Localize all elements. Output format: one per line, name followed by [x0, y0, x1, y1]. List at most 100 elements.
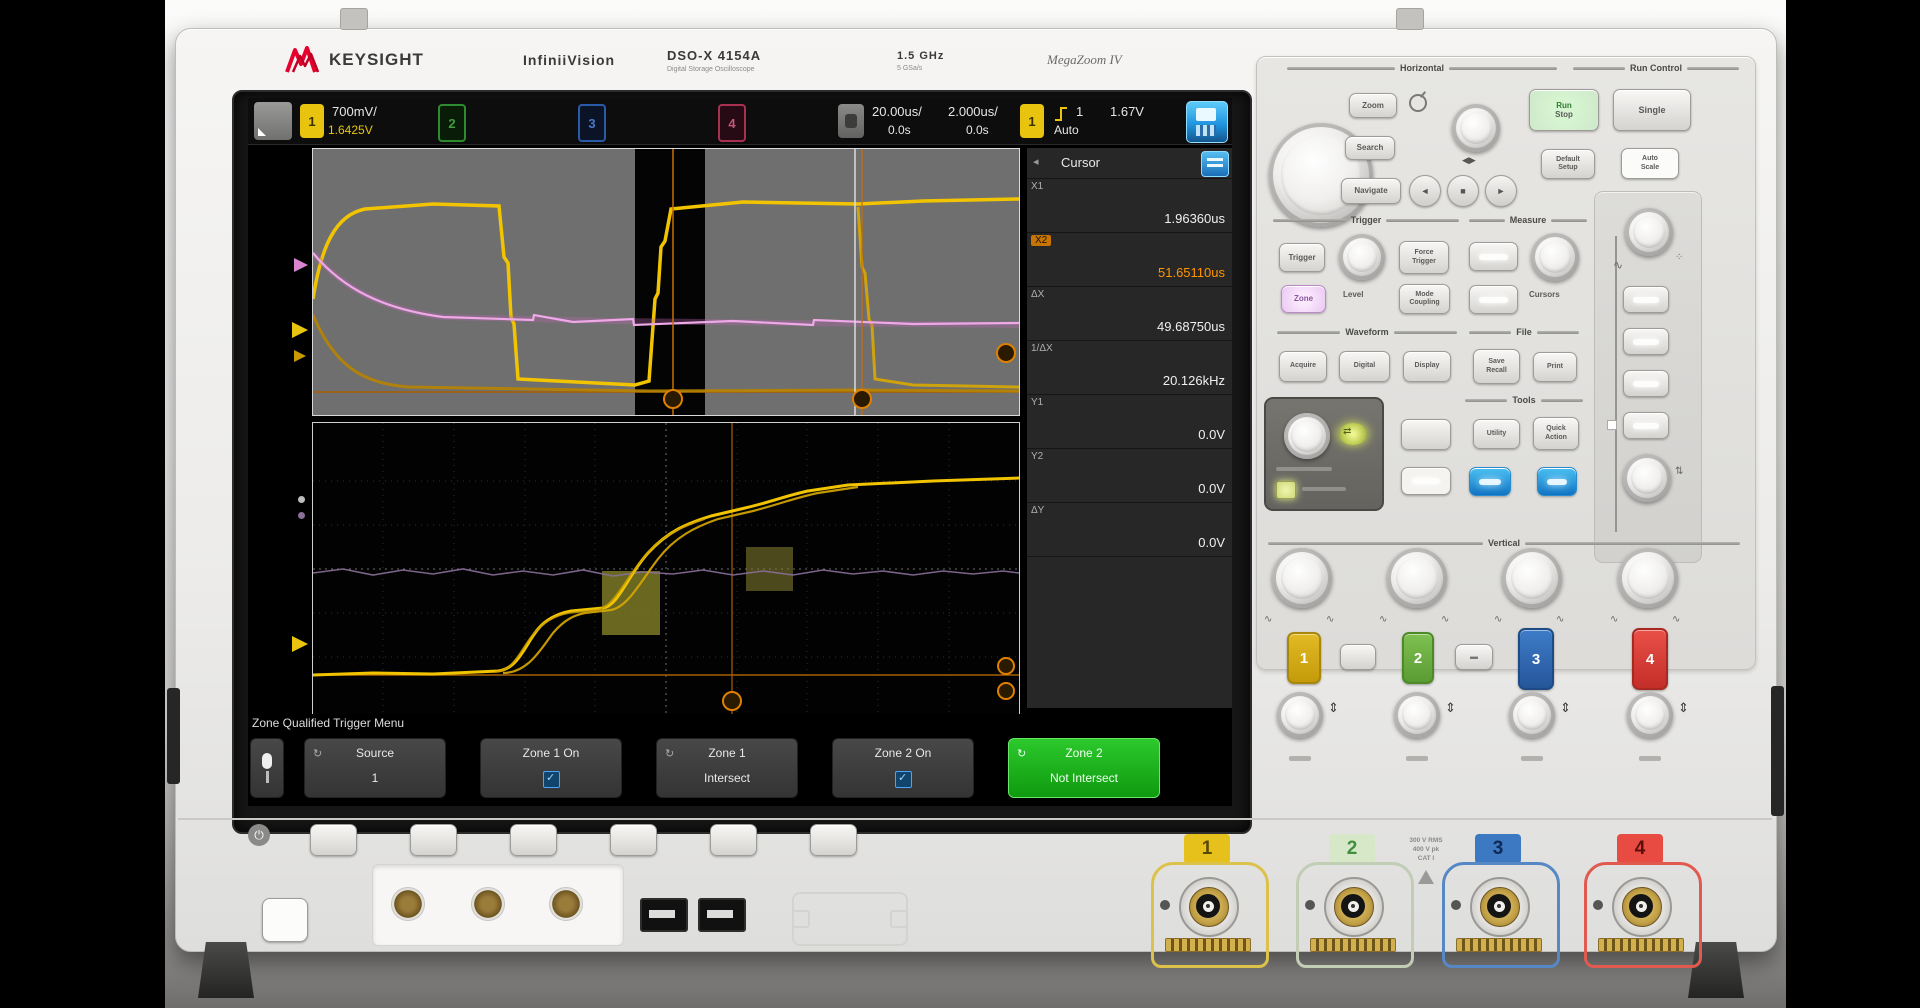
cursor-row-invdx[interactable]: 1/ΔX 20.126kHz [1027, 340, 1232, 395]
meas-button[interactable] [1469, 242, 1518, 271]
status-ch3-button[interactable]: 3 [578, 104, 606, 142]
status-ch2-button[interactable]: 2 [438, 104, 466, 142]
power-button[interactable] [262, 898, 308, 942]
default-setup-button[interactable]: Default Setup [1541, 149, 1595, 179]
force-trigger-button[interactable]: Force Trigger [1399, 241, 1449, 274]
search-button[interactable]: Search [1345, 136, 1395, 160]
bezel-softkey-2[interactable] [410, 824, 457, 856]
cursor-panel-collapse-icon[interactable]: ◂ [1033, 155, 1039, 168]
channel-3-button[interactable]: 3 [1518, 628, 1554, 690]
timebase-main[interactable]: 20.00us/ [872, 104, 922, 119]
ref-button[interactable]: ▬ [1455, 644, 1493, 670]
softkey-zone1-on[interactable]: Zone 1 On [480, 738, 622, 798]
zone1-on-checkbox[interactable] [543, 771, 560, 788]
trigger-level-knob[interactable] [1339, 234, 1385, 280]
unlabeled-panel-button-1[interactable] [1401, 419, 1451, 450]
intensity-knob[interactable] [1625, 208, 1673, 256]
usb-port-1[interactable] [640, 898, 688, 932]
ch1-scale[interactable]: 700mV/ [332, 104, 377, 119]
status-ch1-button[interactable]: 1 [300, 104, 324, 138]
usb-port-2[interactable] [698, 898, 746, 932]
probe-comp-terminal-1[interactable] [391, 887, 425, 921]
nav-playstop-button[interactable]: ■ [1447, 175, 1479, 207]
ch1-position-knob[interactable] [1277, 692, 1323, 738]
cursor-row-y1[interactable]: Y1 0.0V [1027, 394, 1232, 449]
auto-scale-button[interactable]: Auto Scale [1621, 148, 1679, 179]
bezel-softkey-4[interactable] [610, 824, 657, 856]
digital-button[interactable]: Digital [1339, 351, 1390, 382]
blue-lit-button-1[interactable] [1469, 467, 1511, 496]
cursor-row-dx[interactable]: ΔX 49.68750us [1027, 286, 1232, 341]
bnc-connector-1[interactable] [1179, 877, 1239, 937]
channel-2-button[interactable]: 2 [1402, 632, 1434, 684]
ch4-scale-knob[interactable] [1618, 548, 1678, 608]
quick-action-button[interactable]: Quick Action [1533, 417, 1579, 450]
horizontal-position-knob[interactable] [1452, 104, 1500, 152]
menu-icon[interactable] [254, 102, 292, 140]
cursor-panel-header[interactable]: ◂ Cursor [1027, 148, 1232, 179]
bezel-softkey-5[interactable] [710, 824, 757, 856]
timebase-zoom[interactable]: 2.000us/ [948, 104, 998, 119]
ch2-scale-knob[interactable] [1387, 548, 1447, 608]
probe-comp-terminal-2[interactable] [471, 887, 505, 921]
zone-button[interactable]: Zone [1281, 285, 1326, 313]
channel-1-button[interactable]: 1 [1287, 632, 1321, 684]
bnc-connector-4[interactable] [1612, 877, 1672, 937]
softkey-zone2-on[interactable]: Zone 2 On [832, 738, 974, 798]
cursor-row-x1[interactable]: X1 1.96360us [1027, 178, 1232, 233]
bezel-softkey-1[interactable] [310, 824, 357, 856]
zoom-waveform-window[interactable] [312, 422, 1020, 716]
mode-coupling-button[interactable]: Mode Coupling [1399, 284, 1450, 314]
strip-button-3[interactable] [1623, 370, 1669, 397]
ch2-position-knob[interactable] [1394, 692, 1440, 738]
save-recall-button[interactable]: Save Recall [1473, 349, 1520, 384]
softkey-source[interactable]: Source 1 [304, 738, 446, 798]
main-waveform-window[interactable] [312, 148, 1020, 416]
bezel-softkey-6[interactable] [810, 824, 857, 856]
status-ch4-button[interactable]: 4 [718, 104, 746, 142]
ch1-scale-knob[interactable] [1272, 548, 1332, 608]
zone2-on-checkbox[interactable] [895, 771, 912, 788]
touch-sidebar-icon[interactable] [1186, 101, 1228, 143]
cursors-knob[interactable] [1531, 233, 1579, 281]
strip-button-1[interactable] [1623, 286, 1669, 313]
ch3-position-knob[interactable] [1509, 692, 1555, 738]
print-button[interactable]: Print [1533, 352, 1577, 382]
trigger-source-chip[interactable]: 1 [1020, 104, 1044, 138]
softkey-zone2-mode[interactable]: Zone 2 Not Intersect [1008, 738, 1160, 798]
cursor-row-y2[interactable]: Y2 0.0V [1027, 448, 1232, 503]
softkey-back[interactable] [250, 738, 284, 798]
unlabeled-panel-button-2[interactable] [1401, 467, 1451, 495]
math-button[interactable] [1340, 644, 1376, 670]
cursor-row-dy[interactable]: ΔY 0.0V [1027, 502, 1232, 557]
trigger-mode[interactable]: Auto [1054, 123, 1079, 137]
navigate-button[interactable]: Navigate [1341, 178, 1401, 204]
nav-back-button[interactable]: ◄ [1409, 175, 1441, 207]
bnc-connector-2[interactable] [1324, 877, 1384, 937]
bezel-softkey-3[interactable] [510, 824, 557, 856]
cursor-row-x2[interactable]: X2 51.65110us [1027, 232, 1232, 287]
timebase-icon[interactable] [838, 104, 864, 138]
trigger-button[interactable]: Trigger [1279, 243, 1325, 272]
utility-button[interactable]: Utility [1473, 419, 1520, 449]
touch-key[interactable] [1276, 481, 1296, 499]
ch3-scale-knob[interactable] [1502, 548, 1562, 608]
strip-button-4[interactable] [1623, 412, 1669, 439]
single-button[interactable]: Single [1613, 89, 1691, 131]
strip-lower-knob[interactable] [1623, 454, 1671, 502]
ch4-position-knob[interactable] [1627, 692, 1673, 738]
blue-lit-button-2[interactable] [1537, 467, 1577, 496]
entry-knob[interactable] [1284, 413, 1330, 459]
channel-4-button[interactable]: 4 [1632, 628, 1668, 690]
cursors-button[interactable] [1469, 285, 1518, 314]
run-stop-button[interactable]: Run Stop [1529, 89, 1599, 131]
zoom-button[interactable]: Zoom [1349, 93, 1397, 118]
bnc-connector-3[interactable] [1470, 877, 1530, 937]
softkey-zone1-mode[interactable]: Zone 1 Intersect [656, 738, 798, 798]
acquire-button[interactable]: Acquire [1279, 351, 1327, 382]
cursor-menu-icon[interactable] [1201, 151, 1229, 177]
probe-comp-terminal-3[interactable] [549, 887, 583, 921]
display-button[interactable]: Display [1403, 351, 1451, 382]
strip-button-2[interactable] [1623, 328, 1669, 355]
nav-forward-button[interactable]: ► [1485, 175, 1517, 207]
